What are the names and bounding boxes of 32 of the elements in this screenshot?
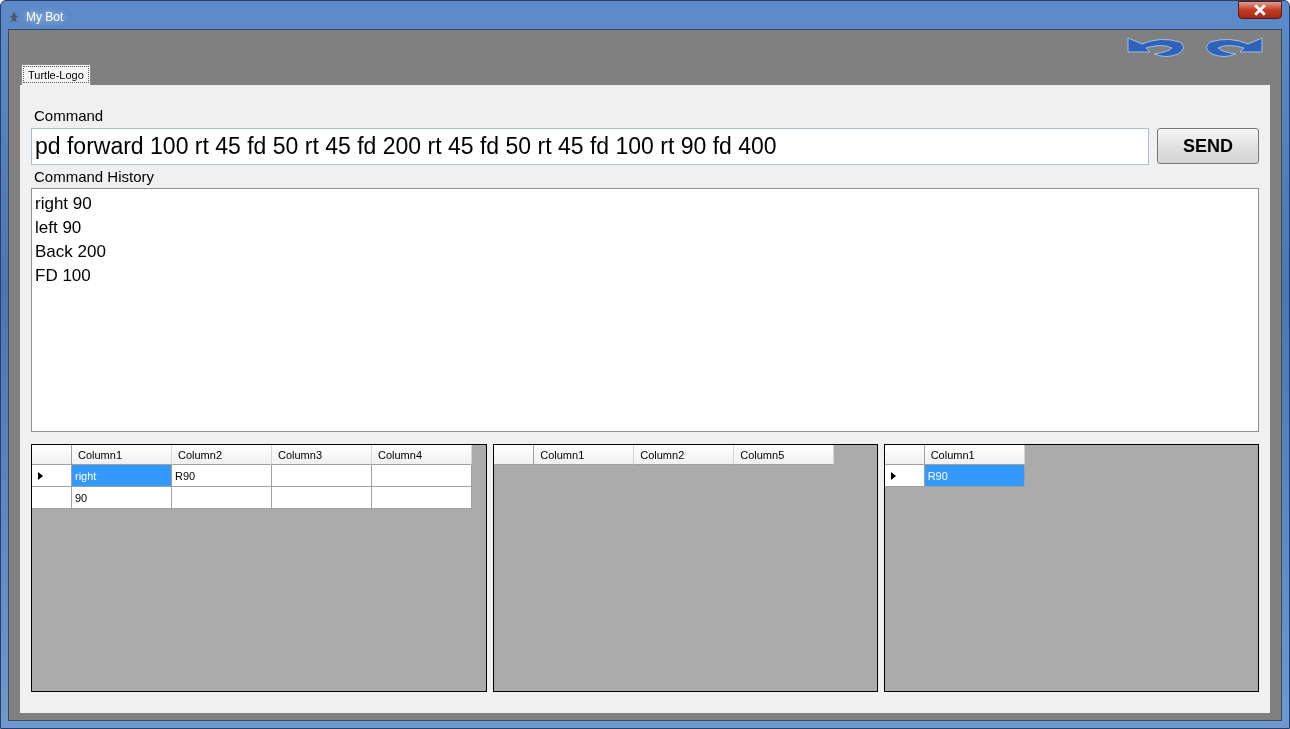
column-header[interactable]: Column1	[72, 445, 172, 465]
current-row-icon	[38, 471, 43, 480]
table-cell[interactable]	[172, 487, 272, 509]
command-field[interactable]: pd forward 100 rt 45 fd 50 rt 45 fd 200 rt 45 fd 50 rt 45 fd 100 rt 90 fd 400	[31, 128, 1149, 165]
column-header[interactable]: Column4	[372, 445, 472, 465]
command-history-label: Command History	[34, 168, 156, 187]
row-header[interactable]	[884, 465, 925, 487]
table-cell[interactable]	[372, 465, 472, 487]
table-cell[interactable]	[272, 465, 372, 487]
column-header[interactable]: Column5	[734, 445, 835, 465]
column-header[interactable]: Column2	[172, 445, 272, 465]
command-history-list[interactable]: right 90 left 90 Back 200 FD 100	[31, 188, 1259, 432]
column-header[interactable]: Column3	[272, 445, 372, 465]
column-header[interactable]: Column2	[634, 445, 735, 465]
row-header[interactable]	[32, 465, 72, 487]
close-icon	[1254, 4, 1266, 16]
close-button[interactable]	[1238, 1, 1282, 19]
column-header[interactable]: Column1	[924, 445, 1025, 465]
tab[interactable]: Turtle-Logo	[21, 64, 91, 85]
table-cell[interactable]: R90	[172, 465, 272, 487]
column-header[interactable]: Column1	[534, 445, 635, 465]
command-label: Command	[34, 107, 105, 126]
history-item[interactable]: right 90	[35, 192, 1255, 216]
send-button[interactable]: SEND	[1157, 128, 1259, 164]
table-cell[interactable]: 90	[72, 487, 172, 509]
table-cell[interactable]	[272, 487, 372, 509]
history-item[interactable]: left 90	[35, 216, 1255, 240]
history-item[interactable]: FD 100	[35, 264, 1255, 288]
table-cell[interactable]	[372, 487, 472, 509]
history-item[interactable]: Back 200	[35, 240, 1255, 264]
window-title: My Bot	[26, 10, 64, 24]
current-row-icon	[890, 471, 896, 480]
